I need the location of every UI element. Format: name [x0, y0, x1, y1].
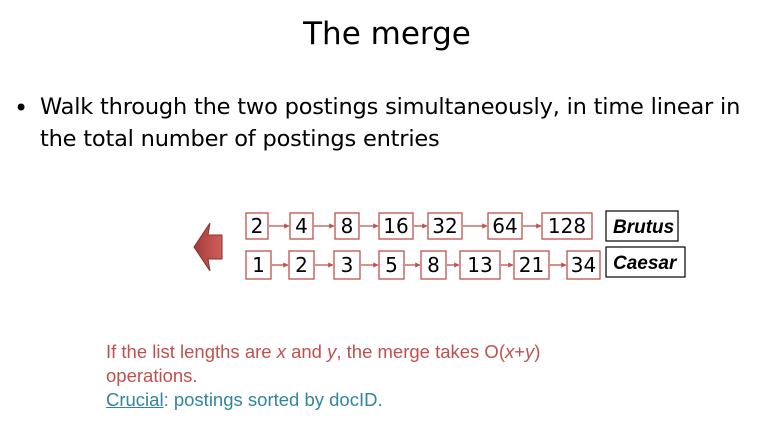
note-var-y: y — [327, 341, 337, 362]
note-text: , the merge takes O( — [336, 341, 505, 362]
posting-docid: 4 — [295, 214, 308, 238]
posting-docid: 128 — [548, 214, 586, 238]
posting-docid: 64 — [492, 214, 517, 238]
posting-docid: 13 — [467, 253, 492, 277]
posting-docid: 8 — [341, 214, 354, 238]
note-var-x: x — [276, 341, 286, 362]
posting-docid: 2 — [295, 253, 308, 277]
note-line-2: operations. — [106, 365, 198, 386]
note-line-1: If the list lengths are x and y, the mer… — [106, 340, 666, 364]
note-line-3: Crucial: postings sorted by docID. — [106, 388, 666, 412]
posting-docid: 1 — [252, 253, 265, 277]
posting-docid: 21 — [519, 253, 544, 277]
crucial-label: Crucial — [106, 389, 164, 410]
term-caesar-label: Caesar — [613, 253, 678, 274]
posting-docid: 8 — [427, 253, 440, 277]
term-brutus-label: Brutus — [613, 217, 674, 238]
posting-docid: 5 — [385, 253, 398, 277]
note-text: : postings sorted by docID. — [163, 389, 383, 410]
merge-note: If the list lengths are x and y, the mer… — [106, 340, 666, 412]
note-text: ) — [534, 341, 541, 362]
note-text: If the list lengths are — [106, 341, 277, 362]
posting-docid: 32 — [432, 214, 457, 238]
brutus-postings-list: 2 4 8 16 32 64 128 — [245, 212, 593, 240]
posting-docid: 2 — [251, 214, 264, 238]
caesar-postings-list: 1 2 3 5 8 13 21 34 — [245, 250, 601, 280]
note-var-y: y — [525, 341, 535, 362]
left-arrow-icon — [193, 222, 223, 272]
posting-docid: 34 — [571, 253, 596, 277]
posting-docid: 16 — [383, 214, 408, 238]
note-text: and — [285, 341, 328, 362]
note-var-x: x — [504, 341, 515, 362]
posting-docid: 3 — [341, 253, 354, 277]
note-text: + — [514, 341, 526, 362]
